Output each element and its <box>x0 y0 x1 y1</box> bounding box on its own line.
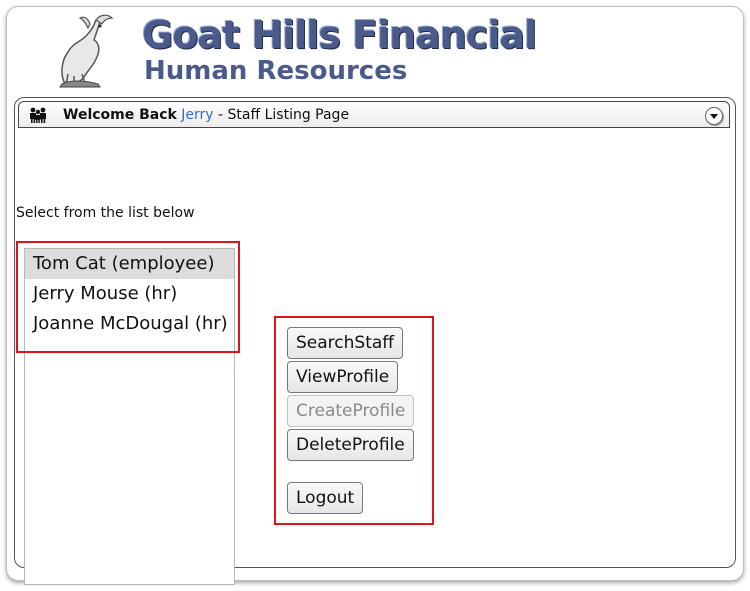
username-link[interactable]: Jerry <box>181 107 213 123</box>
list-highlight-box <box>16 241 240 353</box>
delete-profile-button[interactable]: DeleteProfile <box>287 429 414 461</box>
collapse-icon[interactable] <box>705 107 723 125</box>
create-profile-button: CreateProfile <box>287 395 415 427</box>
welcome-message: Welcome Back Jerry - Staff Listing Page <box>63 104 349 127</box>
welcome-prefix: Welcome Back <box>63 107 177 123</box>
view-profile-button[interactable]: ViewProfile <box>287 361 399 393</box>
panel-header: Welcome Back Jerry - Staff Listing Page <box>18 101 730 128</box>
search-staff-button[interactable]: SearchStaff <box>287 327 403 359</box>
logout-button[interactable]: Logout <box>287 482 364 514</box>
brand-subtitle: Human Resources <box>144 56 408 86</box>
brand-title: Goat Hills Financial <box>142 13 537 57</box>
goat-logo-icon <box>59 14 114 88</box>
instruction-text: Select from the list below <box>16 205 195 221</box>
people-icon <box>30 107 46 123</box>
page-title: - Staff Listing Page <box>213 107 350 123</box>
